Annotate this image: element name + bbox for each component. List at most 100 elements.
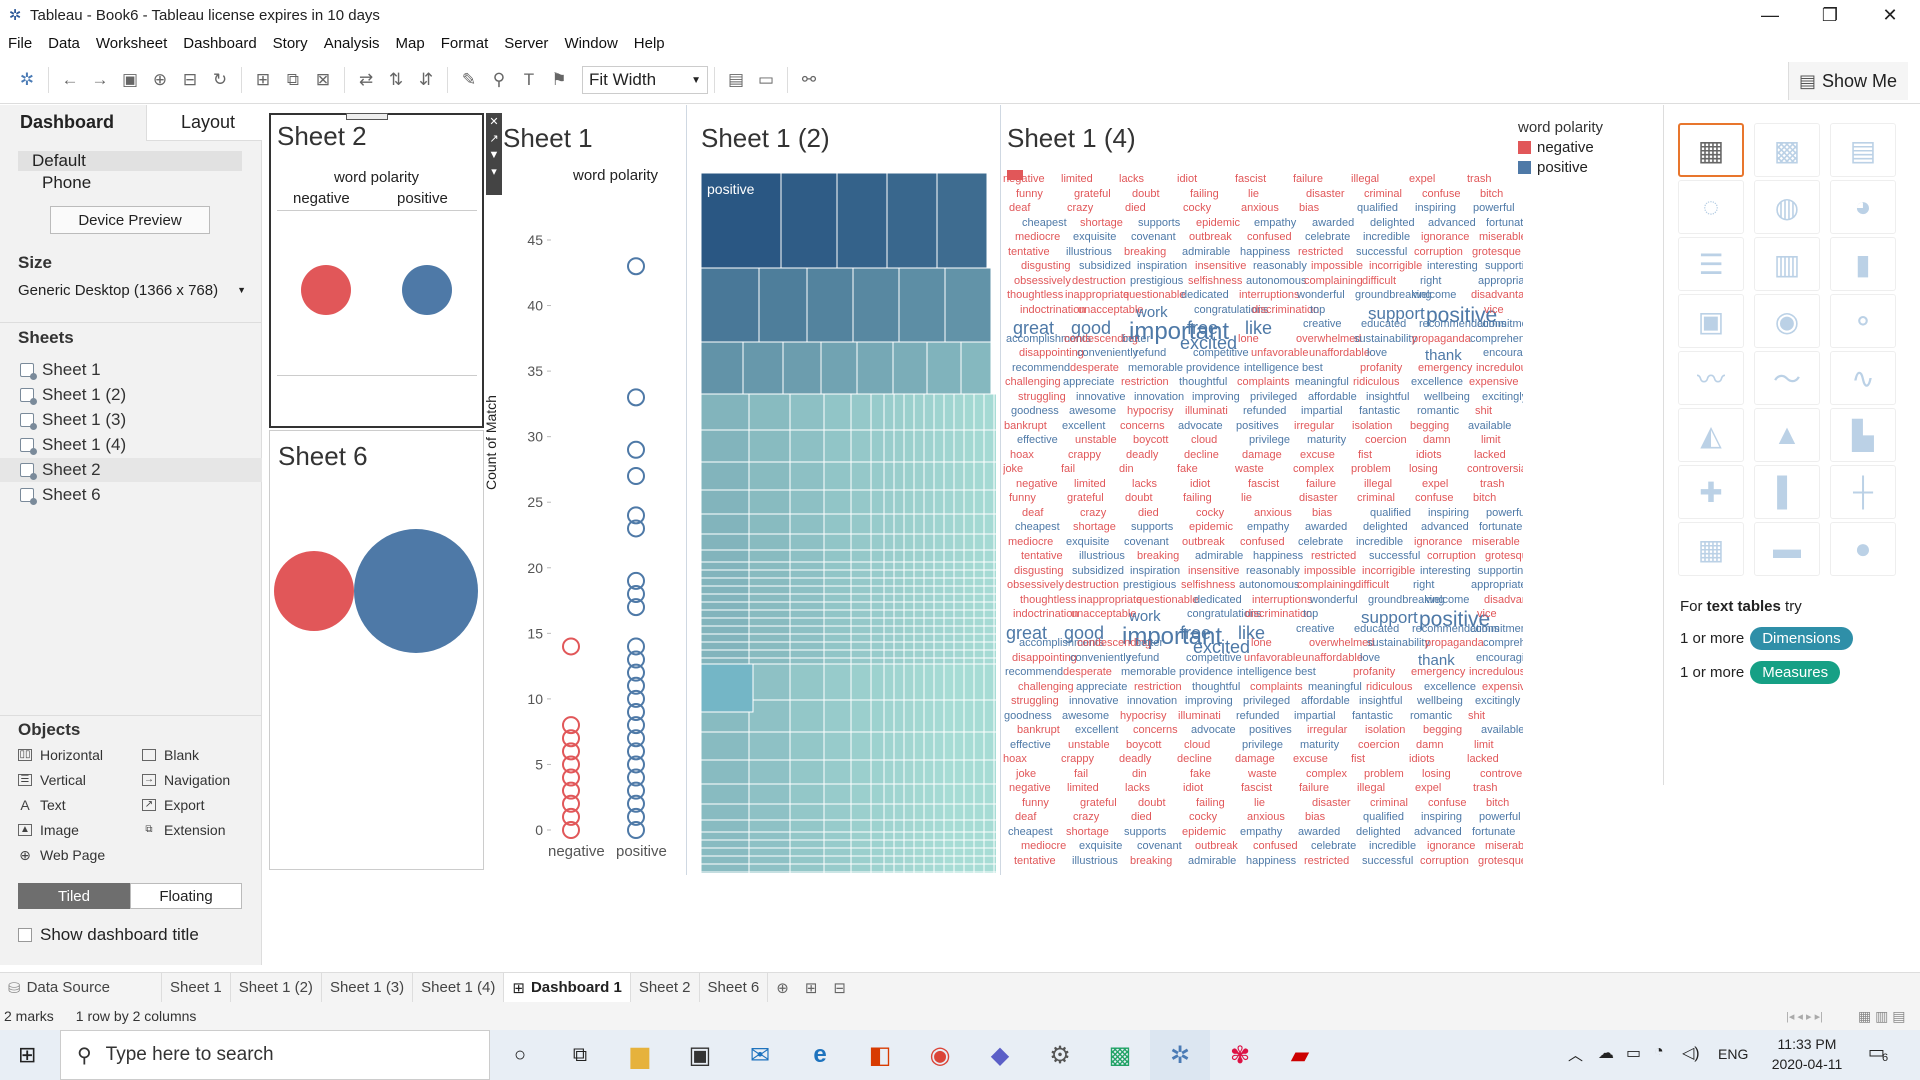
tab-sheet-1-3[interactable]: Sheet 1 (3) (322, 972, 414, 1003)
tableau-taskbar-icon[interactable]: ✲ (1150, 1030, 1210, 1080)
word-cloud-term[interactable]: excellence (1424, 681, 1476, 693)
word-cloud-term[interactable]: anxious (1247, 811, 1285, 823)
tray-chevron-icon[interactable]: ︿ (1568, 1044, 1583, 1065)
menu-dashboard[interactable]: Dashboard (175, 35, 264, 52)
word-cloud-term[interactable]: idiot (1177, 173, 1197, 185)
menu-format[interactable]: Format (433, 35, 497, 52)
show-title-checkbox-row[interactable]: Show dashboard title (18, 925, 199, 945)
word-cloud-term[interactable]: losing (1422, 768, 1451, 780)
word-cloud-term[interactable]: failure (1299, 782, 1329, 794)
word-cloud-term[interactable]: idiot (1183, 782, 1203, 794)
word-cloud-term[interactable]: fantastic (1359, 405, 1400, 417)
word-cloud-term[interactable]: epidemic (1196, 217, 1240, 229)
word-cloud-term[interactable]: ridiculous (1353, 376, 1399, 388)
word-cloud-term[interactable]: refund (1128, 652, 1159, 664)
word-cloud-term[interactable]: confuse (1415, 492, 1454, 504)
object-extension[interactable]: ⧉ Extension (142, 822, 225, 838)
word-cloud-term[interactable]: disappointing (1019, 347, 1084, 359)
word-cloud-term[interactable]: bankrupt (1004, 420, 1047, 432)
word-cloud-term[interactable]: impossible (1311, 260, 1363, 272)
word-cloud-term[interactable]: overwhelmed (1296, 333, 1361, 345)
chart-type-icon[interactable]: ∿ (1830, 351, 1896, 405)
word-cloud-term[interactable]: privileged (1243, 695, 1290, 707)
word-cloud-term[interactable]: incorrigible (1362, 565, 1415, 577)
word-cloud-term[interactable]: fortunate (1472, 826, 1515, 838)
word-cloud-term[interactable]: covenant (1124, 536, 1169, 548)
word-cloud-term[interactable]: hypocrisy (1127, 405, 1173, 417)
word-cloud-term[interactable]: inappropriate (1065, 289, 1129, 301)
tab-layout[interactable]: Layout ▲▼ (146, 105, 280, 141)
word-cloud-term[interactable]: better (1135, 637, 1163, 649)
word-cloud-term[interactable]: idiots (1409, 753, 1435, 765)
word-cloud-term[interactable]: encouraging (1483, 347, 1523, 359)
mail-icon[interactable]: ✉ (730, 1030, 790, 1080)
word-cloud-term[interactable]: decline (1177, 753, 1212, 765)
word-cloud-term[interactable]: boycott (1126, 739, 1161, 751)
sheet-item[interactable]: Sheet 2 (20, 460, 101, 480)
swap-icon[interactable]: ⇄ (351, 65, 381, 95)
word-cloud-term[interactable]: happiness (1240, 246, 1290, 258)
word-cloud-term[interactable]: failing (1183, 492, 1212, 504)
word-cloud-term[interactable]: competitive (1193, 347, 1249, 359)
word-cloud-term[interactable]: grotesque (1478, 855, 1523, 867)
word-cloud-term[interactable]: shit (1475, 405, 1492, 417)
word-cloud-term[interactable]: subsidized (1079, 260, 1131, 272)
clock-date[interactable]: 2020-04-11 (1768, 1056, 1846, 1072)
word-cloud-term[interactable]: mediocre (1008, 536, 1053, 548)
word-cloud-term[interactable]: supporting (1478, 565, 1523, 577)
word-cloud-term[interactable]: propaganda (1425, 637, 1484, 649)
word-cloud-term[interactable]: successful (1362, 855, 1413, 867)
word-cloud-term[interactable]: destruction (1065, 579, 1119, 591)
word-cloud-term[interactable]: innovative (1076, 391, 1126, 403)
word-cloud-term[interactable]: grateful (1074, 188, 1111, 200)
word-cloud-term[interactable]: incredible (1356, 536, 1403, 548)
word-cloud-term[interactable]: interruptions (1239, 289, 1300, 301)
positive-circle[interactable] (402, 265, 452, 315)
word-cloud-term[interactable]: recommend (1005, 666, 1063, 678)
word-cloud-term[interactable]: grateful (1080, 797, 1117, 809)
filter-icon[interactable]: ▼ (489, 149, 500, 161)
word-cloud-term[interactable]: advocate (1178, 420, 1223, 432)
show-cards-icon[interactable]: ▤ (721, 65, 751, 95)
word-cloud-term[interactable]: expel (1409, 173, 1435, 185)
word-cloud-term[interactable]: cheapest (1015, 521, 1060, 533)
word-cloud-term[interactable]: fortunate (1486, 217, 1523, 229)
word-cloud-term[interactable]: memorable (1121, 666, 1176, 678)
word-cloud-term[interactable]: cocky (1189, 811, 1217, 823)
word-cloud-term[interactable]: privileged (1250, 391, 1297, 403)
word-cloud-term[interactable]: lie (1248, 188, 1259, 200)
word-cloud-term[interactable]: mediocre (1021, 840, 1066, 852)
word-cloud-term[interactable]: emergency (1411, 666, 1465, 678)
word-cloud-term[interactable]: breaking (1130, 855, 1172, 867)
word-cloud-term[interactable]: covenant (1137, 840, 1182, 852)
edge-icon[interactable]: e (790, 1030, 850, 1080)
word-cloud-term[interactable]: trash (1480, 478, 1504, 490)
word-cloud-term[interactable]: celebrate (1311, 840, 1356, 852)
word-cloud-term[interactable]: thoughtful (1192, 681, 1240, 693)
word-cloud-term[interactable]: isolation (1352, 420, 1392, 432)
dot-plot-chart[interactable]: 45 40 35 30 25 20 15 10 5 0 (503, 195, 703, 875)
word-cloud-term[interactable]: inspiration (1137, 260, 1187, 272)
word-cloud-term[interactable]: cocky (1183, 202, 1211, 214)
word-cloud-term[interactable]: incredible (1363, 231, 1410, 243)
word-cloud-term[interactable]: challenging (1018, 681, 1074, 693)
word-cloud-term[interactable]: corruption (1414, 246, 1463, 258)
word-cloud-term[interactable]: excellence (1411, 376, 1463, 388)
menu-story[interactable]: Story (265, 35, 316, 52)
device-phone[interactable]: Phone (18, 173, 91, 193)
word-cloud-term[interactable]: illuminati (1178, 710, 1221, 722)
word-cloud-term[interactable]: lacks (1125, 782, 1150, 794)
menu-help[interactable]: Help (626, 35, 673, 52)
word-cloud-term[interactable]: available (1481, 724, 1523, 736)
word-cloud-term[interactable]: funny (1009, 492, 1036, 504)
word-cloud-term[interactable]: hypocrisy (1120, 710, 1166, 722)
word-cloud-term[interactable]: negative (1009, 782, 1051, 794)
word-cloud-term[interactable]: restriction (1134, 681, 1182, 693)
word-cloud-term[interactable]: restricted (1311, 550, 1356, 562)
word-cloud-term[interactable]: epidemic (1182, 826, 1226, 838)
word-cloud-term[interactable]: coercion (1365, 434, 1407, 446)
clock-time[interactable]: 11:33 PM (1772, 1036, 1842, 1052)
word-cloud-term[interactable]: delighted (1356, 826, 1401, 838)
word-cloud-term[interactable]: illuminati (1185, 405, 1228, 417)
word-cloud-term[interactable]: reasonably (1246, 565, 1300, 577)
